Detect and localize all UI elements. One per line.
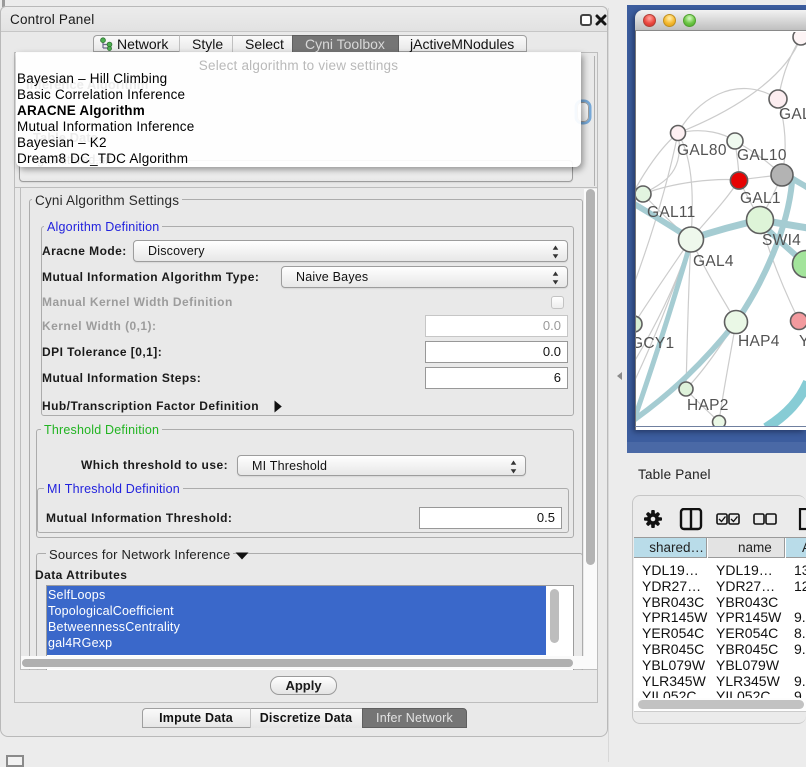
svg-text:GAL1: GAL1 — [740, 190, 781, 207]
svg-text:GAL4: GAL4 — [693, 253, 734, 270]
svg-text:GCY1: GCY1 — [636, 335, 674, 352]
svg-text:GAL10: GAL10 — [737, 147, 787, 164]
svg-text:Y: Y — [799, 333, 806, 350]
svg-text:SWI4: SWI4 — [762, 232, 801, 249]
svg-text:GAL: GAL — [779, 106, 806, 123]
svg-text:GAL11: GAL11 — [647, 204, 696, 221]
svg-text:HAP4: HAP4 — [738, 333, 780, 350]
svg-text:HAP2: HAP2 — [687, 397, 729, 414]
svg-text:GAL80: GAL80 — [677, 142, 727, 159]
